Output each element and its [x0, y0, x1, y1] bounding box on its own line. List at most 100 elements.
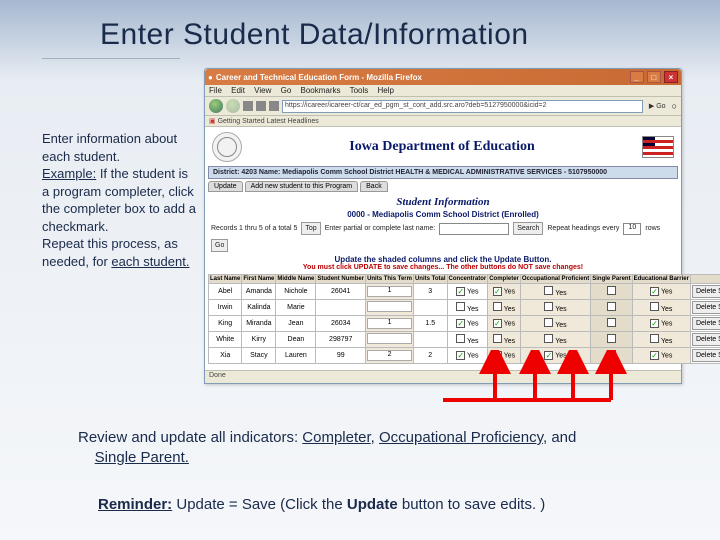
- checkbox[interactable]: [650, 302, 659, 311]
- cell-single-parent[interactable]: [591, 348, 632, 364]
- review-a: Review and update all indicators:: [78, 429, 302, 446]
- cell-completer[interactable]: ✓ Yes: [488, 284, 521, 300]
- update-tab[interactable]: Update: [208, 181, 243, 192]
- repeat-label-a: Repeat headings every: [547, 225, 619, 232]
- checkbox[interactable]: ✓: [493, 287, 502, 296]
- cell-single-parent[interactable]: [591, 284, 632, 300]
- checkbox[interactable]: ✓: [456, 319, 465, 328]
- partial-label: Enter partial or complete last name:: [325, 225, 436, 232]
- delete-student-button[interactable]: Delete Student: [692, 349, 720, 362]
- browser-window: ● Career and Technical Education Form - …: [204, 68, 682, 384]
- delete-student-button[interactable]: Delete Student: [692, 333, 720, 346]
- cell-occupational[interactable]: Yes: [520, 332, 590, 348]
- checkbox[interactable]: [493, 302, 502, 311]
- back-icon[interactable]: [209, 99, 223, 113]
- menu-tools[interactable]: Tools: [350, 86, 369, 95]
- close-button[interactable]: ×: [664, 71, 678, 83]
- checkbox[interactable]: ✓: [493, 351, 502, 360]
- cell-educational-barrier[interactable]: Yes: [632, 332, 690, 348]
- minimize-button[interactable]: _: [630, 71, 644, 83]
- stop-icon[interactable]: [256, 101, 266, 111]
- checkbox[interactable]: [493, 334, 502, 343]
- checkbox[interactable]: ✓: [544, 351, 553, 360]
- cell-occupational[interactable]: Yes: [520, 316, 590, 332]
- add-student-tab[interactable]: Add new student to this Program: [245, 181, 359, 192]
- cell-first: Amanda: [242, 284, 276, 300]
- menu-bookmarks[interactable]: Bookmarks: [301, 86, 341, 95]
- cell-occupational[interactable]: Yes: [520, 284, 590, 300]
- search-icon[interactable]: ○: [672, 101, 677, 111]
- window-title: Career and Technical Education Form - Mo…: [216, 73, 422, 82]
- checkbox[interactable]: [650, 334, 659, 343]
- menu-file[interactable]: File: [209, 86, 222, 95]
- cell-units-term[interactable]: [366, 300, 414, 316]
- cell-number: 99: [316, 348, 366, 364]
- cell-completer[interactable]: ✓ Yes: [488, 316, 521, 332]
- menu-edit[interactable]: Edit: [231, 86, 245, 95]
- iowa-flag-icon: [642, 136, 674, 158]
- delete-student-button[interactable]: Delete Student: [692, 317, 720, 330]
- go-button[interactable]: Go: [211, 239, 228, 252]
- cell-single-parent[interactable]: [591, 316, 632, 332]
- search-button[interactable]: Search: [513, 222, 543, 235]
- checkbox[interactable]: [544, 286, 553, 295]
- reminder-label: Reminder:: [98, 496, 172, 513]
- page-title: Iowa Department of Education: [349, 139, 535, 155]
- url-field[interactable]: https://icareer/icareer-ct/car_ed_pgm_st…: [282, 100, 643, 113]
- table-row: AbelAmandaNichole2604113✓ Yes✓ Yes Yes✓ …: [209, 284, 720, 300]
- column-header: Last Name: [209, 275, 242, 284]
- cell-educational-barrier[interactable]: ✓ Yes: [632, 284, 690, 300]
- cell-middle: Dean: [276, 332, 316, 348]
- cell-occupational[interactable]: Yes: [520, 300, 590, 316]
- cell-units-term[interactable]: 1: [366, 316, 414, 332]
- cell-middle: Jean: [276, 316, 316, 332]
- cell-units-term[interactable]: [366, 332, 414, 348]
- cell-completer[interactable]: Yes: [488, 300, 521, 316]
- review-occupational: Occupational Proficiency: [379, 429, 543, 446]
- cell-concentrator: ✓ Yes: [447, 348, 488, 364]
- repeat-rows-input[interactable]: 10: [623, 223, 641, 235]
- menu-help[interactable]: Help: [378, 86, 394, 95]
- cell-number: 26034: [316, 316, 366, 332]
- review-sep2: , and: [543, 429, 576, 446]
- cell-single-parent[interactable]: [591, 332, 632, 348]
- checkbox[interactable]: [456, 334, 465, 343]
- maximize-button[interactable]: □: [647, 71, 661, 83]
- checkbox[interactable]: ✓: [650, 319, 659, 328]
- forward-icon[interactable]: [226, 99, 240, 113]
- home-icon[interactable]: [269, 101, 279, 111]
- checkbox[interactable]: [544, 334, 553, 343]
- checkbox[interactable]: ✓: [493, 319, 502, 328]
- title-underline: [42, 58, 180, 59]
- lastname-search-input[interactable]: [439, 223, 509, 235]
- cell-number: 26041: [316, 284, 366, 300]
- checkbox[interactable]: ✓: [456, 287, 465, 296]
- delete-student-button[interactable]: Delete Student: [692, 301, 720, 314]
- cell-last: Irwin: [209, 300, 242, 316]
- cell-units-term[interactable]: 1: [366, 284, 414, 300]
- menu-view[interactable]: View: [254, 86, 271, 95]
- cell-occupational[interactable]: ✓ Yes: [520, 348, 590, 364]
- back-tab[interactable]: Back: [360, 181, 388, 192]
- checkbox[interactable]: ✓: [456, 351, 465, 360]
- checkbox[interactable]: ✓: [650, 287, 659, 296]
- cell-educational-barrier[interactable]: ✓ Yes: [632, 348, 690, 364]
- cell-single-parent[interactable]: [591, 300, 632, 316]
- bookmarks-labels[interactable]: Getting Started Latest Headlines: [218, 118, 319, 125]
- checkbox[interactable]: ✓: [650, 351, 659, 360]
- delete-student-button[interactable]: Delete Student: [692, 285, 720, 298]
- cell-completer[interactable]: ✓ Yes: [488, 348, 521, 364]
- menu-go[interactable]: Go: [281, 86, 292, 95]
- reload-icon[interactable]: [243, 101, 253, 111]
- checkbox[interactable]: [544, 318, 553, 327]
- cell-completer[interactable]: Yes: [488, 332, 521, 348]
- cell-first: Stacy: [242, 348, 276, 364]
- cell-educational-barrier[interactable]: ✓ Yes: [632, 316, 690, 332]
- cell-educational-barrier[interactable]: Yes: [632, 300, 690, 316]
- page-header: Iowa Department of Education: [208, 130, 678, 164]
- go-button[interactable]: ▶ Go: [646, 102, 669, 110]
- cell-units-term[interactable]: 2: [366, 348, 414, 364]
- checkbox[interactable]: [456, 302, 465, 311]
- top-button[interactable]: Top: [301, 222, 320, 235]
- checkbox[interactable]: [544, 302, 553, 311]
